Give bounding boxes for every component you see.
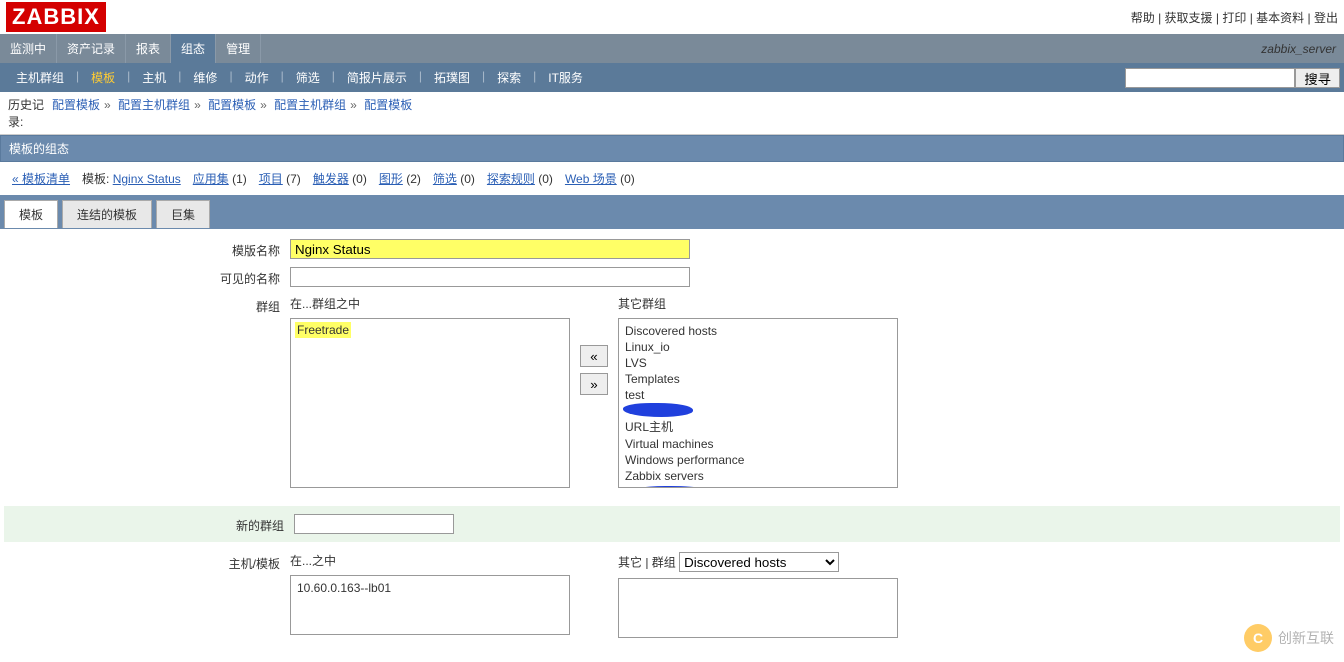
other-hosts-select[interactable] (618, 578, 898, 638)
help-link[interactable]: 帮助 (1131, 11, 1155, 25)
zabbix-logo: ZABBIX (6, 2, 106, 32)
visible-name-label: 可见的名称 (20, 267, 290, 287)
group-option[interactable]: URL主机 (623, 417, 893, 436)
subnav-discovery[interactable]: 探索 (485, 63, 533, 92)
in-hosts-select[interactable]: 10.60.0.163--lb01 (290, 575, 570, 635)
main-nav: 监测中 资产记录 报表 组态 管理 (0, 34, 261, 63)
discovery-link[interactable]: 探索规则 (487, 172, 535, 186)
applications-link[interactable]: 应用集 (193, 172, 229, 186)
move-right-button[interactable]: » (580, 373, 608, 395)
section-header: 模板的组态 (0, 135, 1344, 162)
tab-template[interactable]: 模板 (4, 200, 58, 228)
watermark-text: 创新互联 (1278, 628, 1334, 648)
filters-link[interactable]: 筛选 (433, 172, 457, 186)
logout-link[interactable]: 登出 (1314, 11, 1338, 25)
triggers-link[interactable]: 触发器 (313, 172, 349, 186)
top-links: 帮助 | 获取支援 | 打印 | 基本资料 | 登出 (1131, 9, 1338, 26)
subnav-hosts[interactable]: 主机 (130, 63, 178, 92)
host-option[interactable]: 10.60.0.163--lb01 (295, 580, 565, 596)
subnav-maintenance[interactable]: 维修 (181, 63, 229, 92)
print-link[interactable]: 打印 (1222, 11, 1246, 25)
host-template-label: 主机/模板 (20, 552, 290, 638)
group-option[interactable]: Windows performance (623, 452, 893, 468)
subnav-filter[interactable]: 筛选 (284, 63, 332, 92)
search-input[interactable] (1125, 68, 1295, 88)
template-info-bar: « 模板清单 模板: Nginx Status 应用集 (1) 项目 (7) 触… (0, 162, 1344, 196)
nav-monitoring[interactable]: 监测中 (0, 34, 57, 63)
crumb-3[interactable]: 配置主机群组 (274, 98, 346, 112)
subnav-hostgroups[interactable]: 主机群组 (4, 63, 76, 92)
template-name-label: 模版名称 (20, 239, 290, 259)
graphs-link[interactable]: 图形 (379, 172, 403, 186)
web-link[interactable]: Web 场景 (565, 172, 617, 186)
group-option[interactable]: LVS (623, 355, 893, 371)
sub-nav: 主机群组| 模板| 主机| 维修| 动作| 筛选| 简报片展示| 拓璞图| 探索… (4, 63, 595, 92)
subnav-slides[interactable]: 简报片展示 (335, 63, 419, 92)
profile-link[interactable]: 基本资料 (1256, 11, 1304, 25)
in-groups-label: 在...群组之中 (290, 295, 570, 312)
other-label: 其它 | 群组 (618, 556, 676, 570)
nav-configuration[interactable]: 组态 (171, 34, 216, 63)
support-link[interactable]: 获取支援 (1165, 11, 1213, 25)
nav-admin[interactable]: 管理 (216, 34, 261, 63)
host-group-dropdown[interactable]: Discovered hosts (679, 552, 839, 572)
group-option[interactable]: Zabbix servers (623, 468, 893, 484)
tab-linked[interactable]: 连结的模板 (62, 200, 152, 228)
server-name: zabbix_server (1253, 38, 1344, 60)
nav-inventory[interactable]: 资产记录 (57, 34, 126, 63)
template-list-link[interactable]: « 模板清单 (12, 170, 70, 187)
breadcrumb: 配置模板» 配置主机群组» 配置模板» 配置主机群组» 配置模板 (52, 96, 412, 130)
watermark-icon: C (1244, 624, 1272, 652)
redacted-group[interactable] (623, 486, 723, 488)
history-label: 历史记录: (8, 96, 52, 130)
subnav-maps[interactable]: 拓璞图 (422, 63, 482, 92)
groups-label: 群组 (20, 295, 290, 488)
visible-name-input[interactable] (290, 267, 690, 287)
crumb-0[interactable]: 配置模板 (52, 98, 100, 112)
form-tabs: 模板 连结的模板 巨集 (0, 196, 1344, 229)
subnav-actions[interactable]: 动作 (233, 63, 281, 92)
crumb-4[interactable]: 配置模板 (364, 98, 412, 112)
new-group-input[interactable] (294, 514, 454, 534)
watermark: C 创新互联 (1244, 624, 1334, 652)
group-option[interactable]: Virtual machines (623, 436, 893, 452)
template-name-link[interactable]: Nginx Status (113, 172, 181, 186)
new-group-label: 新的群组 (24, 514, 294, 534)
crumb-1[interactable]: 配置主机群组 (118, 98, 190, 112)
other-groups-label: 其它群组 (618, 295, 898, 312)
nav-reports[interactable]: 报表 (126, 34, 171, 63)
tab-macros[interactable]: 巨集 (156, 200, 210, 228)
group-option[interactable]: test (623, 387, 893, 403)
items-link[interactable]: 项目 (259, 172, 283, 186)
crumb-2[interactable]: 配置模板 (208, 98, 256, 112)
group-option[interactable]: Linux_io (623, 339, 893, 355)
group-option[interactable]: Discovered hosts (623, 323, 893, 339)
subnav-templates[interactable]: 模板 (79, 63, 127, 92)
in-groups-select[interactable]: Freetrade (290, 318, 570, 488)
group-option[interactable]: Templates (623, 371, 893, 387)
other-groups-select[interactable]: Discovered hosts Linux_io LVS Templates … (618, 318, 898, 488)
search-button[interactable]: 搜寻 (1295, 68, 1340, 88)
move-left-button[interactable]: « (580, 345, 608, 367)
template-name-input[interactable] (290, 239, 690, 259)
group-option[interactable]: Freetrade (295, 322, 351, 338)
redacted-group[interactable] (623, 403, 693, 417)
in-label: 在...之中 (290, 552, 570, 569)
subnav-itservices[interactable]: IT服务 (536, 63, 595, 92)
